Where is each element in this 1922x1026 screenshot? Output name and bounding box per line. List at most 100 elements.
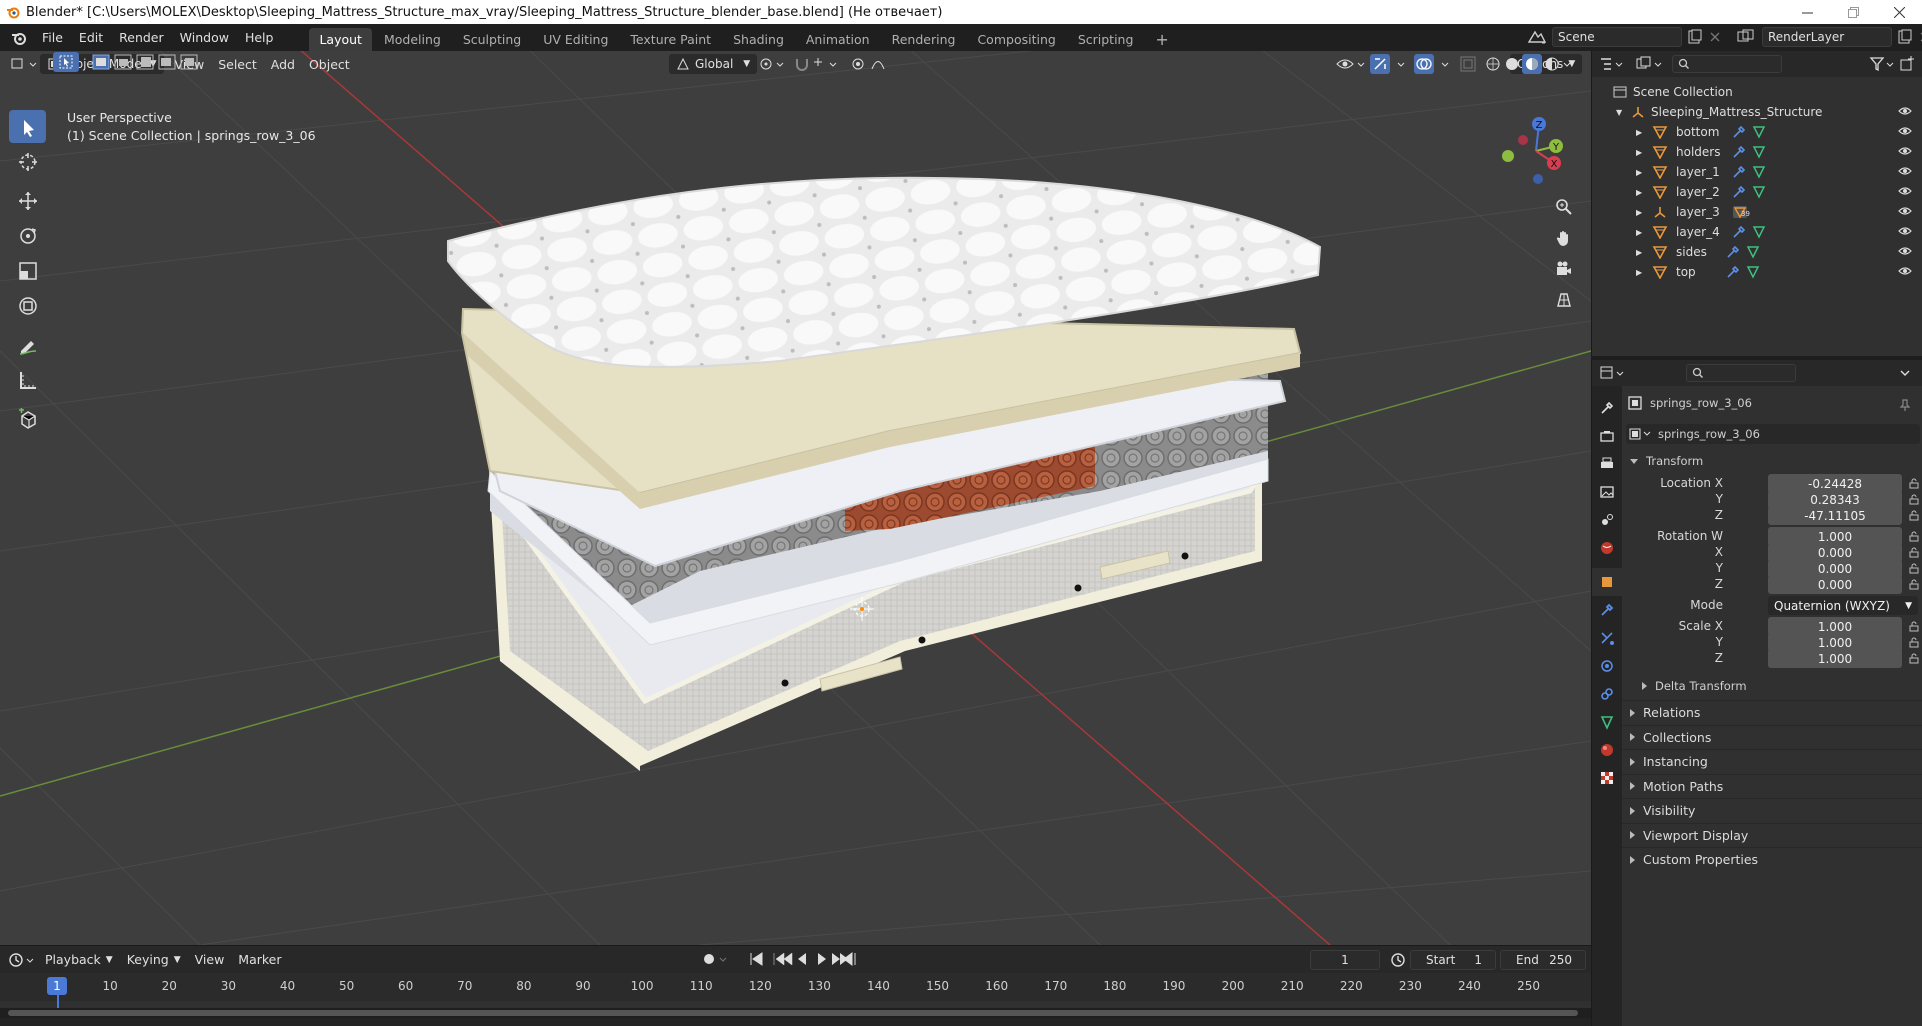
measure-tool[interactable] xyxy=(9,363,46,396)
outliner-row-scene-collection[interactable]: Scene Collection xyxy=(1592,82,1922,102)
eye-icon[interactable] xyxy=(1898,265,1912,277)
object-datablock-selector[interactable]: springs_row_3_06 xyxy=(1626,424,1920,444)
chevron-right-icon[interactable]: ▶ xyxy=(1636,188,1652,197)
timeline-scrollbar-thumb[interactable] xyxy=(8,1010,1578,1016)
select-tool[interactable] xyxy=(9,110,46,143)
tab-world[interactable] xyxy=(1592,534,1622,562)
mesh-data-icon[interactable] xyxy=(1752,225,1766,239)
filter-icon[interactable] xyxy=(1868,55,1898,73)
wrench-icon[interactable] xyxy=(1726,265,1740,279)
mesh-data-icon[interactable] xyxy=(1752,125,1766,139)
wrench-icon[interactable] xyxy=(1732,165,1746,179)
gizmo-neg-z-handle[interactable] xyxy=(1533,174,1543,184)
delta-transform-header[interactable]: Delta Transform xyxy=(1634,676,1747,696)
viewport-menu-select[interactable]: Select xyxy=(211,54,264,74)
tab-animation[interactable]: Animation xyxy=(796,28,880,51)
pivot-point-icon[interactable] xyxy=(757,54,787,74)
ortho-toggle-button[interactable] xyxy=(1550,286,1578,314)
tab-physics[interactable] xyxy=(1592,652,1622,680)
outliner-row-layer-1[interactable]: ▶ layer_1 xyxy=(1592,162,1922,182)
tab-sculpting[interactable]: Sculpting xyxy=(453,28,531,51)
panel-viewport-display[interactable]: Viewport Display xyxy=(1622,822,1922,847)
outliner-search-input[interactable] xyxy=(1672,55,1782,73)
camera-view-button[interactable] xyxy=(1550,255,1578,283)
rotate-tool[interactable] xyxy=(9,219,46,252)
chevron-right-icon[interactable]: ▶ xyxy=(1636,268,1652,277)
panel-collections[interactable]: Collections xyxy=(1622,724,1922,749)
wrench-icon[interactable] xyxy=(1732,225,1746,239)
3d-viewport[interactable]: Object Mode ▼ View Select Add Object Glo… xyxy=(0,51,1591,945)
tab-view-layer[interactable] xyxy=(1592,478,1622,506)
outliner-row-layer-3[interactable]: ▶ layer_3 39 xyxy=(1592,202,1922,222)
outliner-row-bottom[interactable]: ▶ bottom xyxy=(1592,122,1922,142)
xray-icon[interactable] xyxy=(1458,54,1478,74)
eye-icon[interactable] xyxy=(1898,125,1912,137)
tab-texture[interactable] xyxy=(1592,764,1622,792)
scene-icon[interactable] xyxy=(1526,28,1548,46)
tab-scene[interactable] xyxy=(1592,506,1622,534)
playhead-frame[interactable]: 1 xyxy=(47,977,67,995)
orientation-selector[interactable]: Global ▼ xyxy=(669,54,758,74)
chevron-right-icon[interactable]: ▶ xyxy=(1636,168,1652,177)
panel-custom-properties[interactable]: Custom Properties xyxy=(1622,847,1922,871)
render-layer-icon[interactable] xyxy=(1736,28,1758,46)
location-z-field[interactable]: -47.11105 xyxy=(1768,506,1902,525)
gizmo-neg-y-handle[interactable] xyxy=(1502,150,1514,162)
box-select-modes-icon[interactable] xyxy=(91,52,201,72)
tab-shading[interactable]: Shading xyxy=(723,28,794,51)
outliner-row-holders[interactable]: ▶ holders xyxy=(1592,142,1922,162)
tab-uv-editing[interactable]: UV Editing xyxy=(533,28,618,51)
lock-icon[interactable] xyxy=(1908,509,1920,521)
close-button[interactable] xyxy=(1876,0,1922,24)
scale-z-field[interactable]: 1.000 xyxy=(1768,649,1902,668)
panel-relations[interactable]: Relations xyxy=(1622,700,1922,724)
tab-object[interactable] xyxy=(1592,568,1622,596)
scene-selector[interactable]: Scene xyxy=(1552,27,1682,47)
timeline-ruler[interactable]: 1 10 20 30 40 50 60 70 80 90 100 110 120 130 140 150 16… xyxy=(0,973,1591,1025)
panel-motion-paths[interactable]: Motion Paths xyxy=(1622,773,1922,798)
eye-icon[interactable] xyxy=(1898,245,1912,257)
new-scene-icon[interactable] xyxy=(1686,28,1704,46)
tweak-select-button[interactable] xyxy=(53,52,79,72)
display-mode-icon[interactable] xyxy=(1634,55,1664,73)
maximize-button[interactable] xyxy=(1830,0,1876,24)
tab-compositing[interactable]: Compositing xyxy=(967,28,1065,51)
tab-constraints[interactable] xyxy=(1592,680,1622,708)
annotate-tool[interactable] xyxy=(9,328,46,361)
shading-modes-icon[interactable] xyxy=(1484,54,1574,74)
tab-layout[interactable]: Layout xyxy=(309,28,372,51)
eye-icon[interactable] xyxy=(1898,105,1912,117)
chevron-right-icon[interactable]: ▶ xyxy=(1636,248,1652,257)
start-frame-field[interactable]: Start 1 xyxy=(1410,950,1496,970)
tab-tool[interactable] xyxy=(1592,394,1622,422)
playback-controls-icon[interactable] xyxy=(748,950,858,968)
eye-icon[interactable] xyxy=(1898,225,1912,237)
chevron-right-icon[interactable]: ▶ xyxy=(1636,208,1652,217)
lock-icon[interactable] xyxy=(1908,477,1920,489)
chevron-right-icon[interactable]: ▶ xyxy=(1636,228,1652,237)
lock-icon[interactable] xyxy=(1908,578,1920,590)
editor-type-icon[interactable] xyxy=(8,54,38,74)
current-frame-field[interactable]: 1 xyxy=(1310,950,1380,970)
tab-rendering[interactable]: Rendering xyxy=(882,28,966,51)
timeline-scrollbar[interactable] xyxy=(0,1008,1591,1018)
lock-icon[interactable] xyxy=(1908,530,1920,542)
mesh-data-icon[interactable] xyxy=(1752,165,1766,179)
lock-icon[interactable] xyxy=(1908,493,1920,505)
move-tool[interactable] xyxy=(9,184,46,217)
transform-tool[interactable] xyxy=(9,289,46,322)
eye-icon[interactable] xyxy=(1898,185,1912,197)
scale-tool[interactable] xyxy=(9,254,46,287)
tab-render[interactable] xyxy=(1592,422,1622,450)
add-cube-tool[interactable] xyxy=(9,402,46,435)
eye-icon[interactable] xyxy=(1898,145,1912,157)
viewport-menu-add[interactable]: Add xyxy=(264,54,302,74)
timeline-menu-view[interactable]: View xyxy=(188,950,232,970)
lock-icon[interactable] xyxy=(1908,652,1920,664)
mesh-data-icon[interactable] xyxy=(1752,185,1766,199)
children-badge[interactable]: 39 xyxy=(1732,205,1750,219)
rotation-z-field[interactable]: 0.000 xyxy=(1768,575,1902,594)
wrench-icon[interactable] xyxy=(1732,185,1746,199)
menu-help[interactable]: Help xyxy=(237,28,282,48)
tab-data[interactable] xyxy=(1592,708,1622,736)
